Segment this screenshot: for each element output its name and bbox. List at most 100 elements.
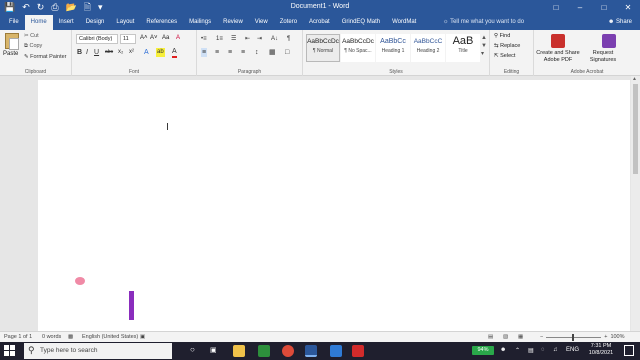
italic-button[interactable]: I [86,48,88,57]
copy-button[interactable]: ⧉ Copy [24,43,42,50]
style-heading-2[interactable]: AaBbCcC Heading 2 [411,34,445,62]
tab-file[interactable]: File [3,15,25,30]
zoom-level[interactable]: 100% [610,334,624,340]
borders-icon[interactable]: □ [285,48,289,57]
vertical-scrollbar[interactable]: ▲ [631,76,640,331]
wifi-icon[interactable]: ◌ [541,347,545,353]
notifications-icon[interactable] [624,345,634,356]
align-right-icon[interactable]: ≡ [228,48,232,57]
task-view-icon[interactable]: ▣ [210,346,217,354]
tab-view[interactable]: View [249,15,274,30]
font-name-select[interactable]: Calibri (Body) [76,34,118,44]
word-document-icon[interactable] [330,345,342,357]
paste-button-label[interactable]: Paste [3,51,18,57]
create-share-pdf-button[interactable]: Create and Share Adobe PDF [534,50,582,64]
bullets-icon[interactable]: •≡ [201,35,207,44]
bold-button[interactable]: B [77,48,82,57]
scroll-up-icon[interactable]: ▲ [632,76,637,82]
change-case-button[interactable]: Aa [162,35,169,41]
tab-design[interactable]: Design [80,15,111,30]
tab-acrobat[interactable]: Acrobat [303,15,336,30]
format-painter-button[interactable]: ✎ Format Painter [24,54,67,60]
show-hidden-icons[interactable]: ⌃ [515,347,520,354]
taskbar-clock[interactable]: 7:31 PM 10/8/2021 [584,343,618,357]
strikethrough-button[interactable]: abc [105,48,113,57]
windows-start-icon[interactable] [4,345,16,357]
style-normal[interactable]: AaBbCcDc ¶ Normal [306,34,340,62]
style-no-spacing[interactable]: AaBbCcDc ¶ No Spac... [341,34,375,62]
taskbar-search-box[interactable]: ⚲ Type here to search [24,343,172,359]
close-icon[interactable]: ✕ [616,0,640,15]
people-icon[interactable]: ☻ [500,347,506,353]
subscript-button[interactable]: x₂ [118,48,123,57]
tab-references[interactable]: References [140,15,183,30]
read-mode-icon[interactable]: ▤ [488,334,493,340]
superscript-button[interactable]: x² [129,48,134,57]
request-signatures-button[interactable]: Request Signatures [585,50,621,64]
store-icon[interactable] [258,345,270,357]
zoom-out-button[interactable]: − [540,334,543,340]
shading-icon[interactable]: ▦ [269,48,276,57]
battery-indicator[interactable]: 94% [472,346,494,355]
font-size-select[interactable]: 11 [120,34,136,44]
underline-button[interactable]: U [94,48,99,57]
proofing-icon[interactable]: ▩ [68,334,73,340]
tab-wordmat[interactable]: WordMat [386,15,422,30]
language-indicator[interactable]: English (United States) [82,334,138,340]
sort-icon[interactable]: A↓ [271,35,278,44]
ribbon-display-icon[interactable]: □ [544,0,568,15]
decrease-indent-icon[interactable]: ⇤ [245,35,250,44]
tab-home[interactable]: Home [24,15,53,30]
align-left-icon[interactable]: ≡ [201,48,208,57]
tab-insert[interactable]: Insert [53,15,80,30]
zoom-slider-knob[interactable] [572,333,575,341]
numbering-icon[interactable]: 1≡ [216,35,223,44]
select-button[interactable]: ⇱ Select [494,53,515,59]
font-color-button[interactable]: A [172,48,177,58]
show-formatting-icon[interactable]: ¶ [287,35,290,44]
word-count[interactable]: 0 words [42,334,61,340]
document-page[interactable]: I [38,80,630,331]
style-title[interactable]: AaB Title [446,34,480,62]
multilevel-list-icon[interactable]: ☰ [231,35,236,44]
highlight-button[interactable]: ab [156,48,165,57]
clear-formatting-button[interactable]: A [176,35,180,41]
signature-icon[interactable] [602,34,616,48]
zoom-slider[interactable] [546,333,602,341]
align-center-icon[interactable]: ≡ [215,48,219,57]
volume-icon[interactable]: ♫ [553,347,558,353]
network-icon[interactable]: ▤ [528,347,534,354]
zoom-in-button[interactable]: + [604,334,607,340]
style-heading-1[interactable]: AaBbCc Heading 1 [376,34,410,62]
tab-review[interactable]: Review [217,15,249,30]
adobe-pdf-icon[interactable] [551,34,565,48]
file-explorer-icon[interactable] [233,345,245,357]
text-effects-button[interactable]: A [144,48,149,57]
styles-more-icon[interactable]: ▲ ▼ ▾ [481,34,487,58]
word-app-icon[interactable] [305,345,317,357]
minimize-icon[interactable]: – [568,0,592,15]
find-button[interactable]: ⚲ Find [494,33,510,39]
shrink-font-button[interactable]: A˅ [150,35,158,41]
line-spacing-icon[interactable]: ↕ [255,48,259,57]
share-button[interactable]: ☻ Share [608,19,632,25]
maximize-icon[interactable]: □ [592,0,616,15]
acrobat-icon[interactable] [352,345,364,357]
print-layout-icon[interactable]: ▧ [503,334,508,340]
tab-zotero[interactable]: Zotero [274,15,303,30]
tell-me-box[interactable]: ☼ Tell me what you want to do [443,19,524,25]
web-layout-icon[interactable]: ▦ [518,334,523,340]
replace-button[interactable]: ⇆ Replace [494,43,520,49]
macro-icon[interactable]: ▣ [140,334,145,340]
tab-mailings[interactable]: Mailings [183,15,217,30]
paste-icon[interactable] [5,33,19,50]
scrollbar-thumb[interactable] [633,84,638,174]
chrome-icon[interactable] [282,345,294,357]
justify-icon[interactable]: ≡ [241,48,245,57]
page-count[interactable]: Page 1 of 1 [4,334,32,340]
tab-layout[interactable]: Layout [110,15,140,30]
grow-font-button[interactable]: A˄ [140,35,148,41]
increase-indent-icon[interactable]: ⇥ [257,35,262,44]
tab-grindeq-math[interactable]: GrindEQ Math [336,15,386,30]
cortana-icon[interactable]: ○ [190,345,195,354]
